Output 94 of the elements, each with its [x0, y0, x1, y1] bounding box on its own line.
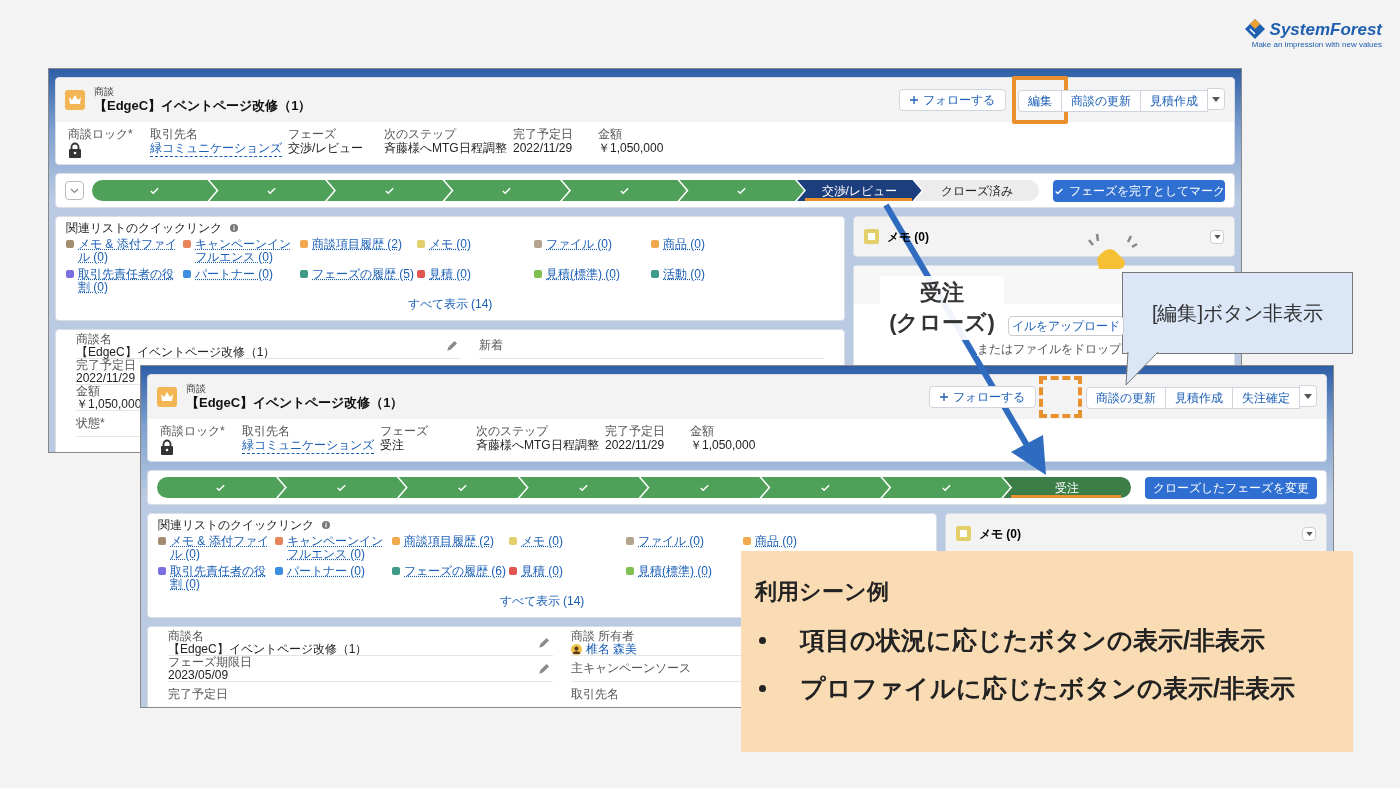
- field-value: 2023/05/09: [168, 668, 229, 682]
- field-label: 主キャンペーンソース: [571, 662, 691, 675]
- field-value: 2022/11/29: [605, 438, 665, 453]
- field-value: 斉藤様へMTG日程調整: [384, 141, 507, 156]
- related-list-link[interactable]: 見積(標準) (0): [546, 268, 650, 281]
- related-list-link[interactable]: 商品 (0): [755, 535, 859, 548]
- related-list-link[interactable]: メモ (0): [429, 238, 533, 251]
- field-label: 完了予定日: [513, 127, 573, 141]
- field-label: 取引先名: [150, 127, 198, 141]
- drop-hint: またはファイルをドロップ: [977, 343, 1121, 356]
- field-value: 受注: [380, 438, 404, 453]
- logo-text: SystemForest: [1269, 20, 1382, 38]
- related-list-link[interactable]: 商談項目履歴 (2): [312, 238, 416, 251]
- field-label: 金額: [598, 127, 622, 141]
- action-button[interactable]: 商談の更新: [1061, 90, 1141, 112]
- upload-button[interactable]: イルをアップロード: [1008, 316, 1124, 336]
- follow-button[interactable]: フォローする: [899, 89, 1006, 111]
- field-value: 【EdgeC】イベントページ改修（1）: [168, 642, 368, 656]
- logo-tagline: Make an impression with new values: [1251, 40, 1382, 50]
- account-link[interactable]: 緑コミュニケーションズ: [242, 438, 374, 454]
- field-label: 取引先名: [242, 424, 290, 438]
- action-button[interactable]: 見積作成: [1165, 387, 1233, 409]
- usage-title: 利用シーン例: [755, 578, 889, 606]
- show-all-link[interactable]: すべて表示 (14): [407, 297, 493, 311]
- related-list-link[interactable]: 商品 (0): [663, 238, 767, 251]
- related-list-link[interactable]: ファイル (0): [638, 535, 742, 548]
- related-list-link[interactable]: キャンペーンインフルエンス (0): [195, 238, 299, 264]
- field-label: 次のステップ: [384, 127, 456, 141]
- record-title: 【EdgeC】イベントページ改修（1）: [186, 395, 404, 412]
- field-label: フェーズ: [288, 127, 336, 141]
- field-label: 商談ロック*: [68, 127, 133, 141]
- path-step[interactable]: クローズ済み: [914, 180, 1039, 201]
- object-type: 商談: [94, 85, 114, 99]
- callout-text: [編集]ボタン非表示: [1151, 301, 1324, 326]
- field-value: 2022/11/29: [76, 371, 136, 385]
- field-label: 商談名: [168, 629, 204, 643]
- action-button[interactable]: 編集: [1018, 90, 1062, 112]
- field-label: 金額: [76, 384, 100, 398]
- field-value: ￥1,050,000: [598, 141, 664, 156]
- field-value: 交渉/レビュー: [288, 141, 364, 156]
- action-button[interactable]: 見積作成: [1140, 90, 1208, 112]
- field-label: 完了予定日: [605, 424, 665, 438]
- field-label: 取引先名: [571, 688, 619, 701]
- phase-button[interactable]: クローズしたフェーズを変更: [1145, 476, 1317, 499]
- action-button[interactable]: 失注確定: [1232, 387, 1300, 409]
- related-list-link[interactable]: メモ & 添付ファイル (0): [170, 535, 274, 561]
- path-step[interactable]: 受注: [1003, 477, 1131, 498]
- field-value: 2022/11/29: [513, 141, 573, 156]
- field-label: 完了予定日: [168, 688, 228, 701]
- related-list-link[interactable]: フェーズの履歴 (6): [404, 565, 508, 578]
- related-list-link[interactable]: 見積(標準) (0): [638, 565, 742, 578]
- related-list-link[interactable]: フェーズの履歴 (5): [312, 268, 416, 281]
- follow-button[interactable]: フォローする: [929, 386, 1036, 408]
- field-label: フェーズ: [380, 424, 428, 438]
- field-value: ￥1,050,000: [76, 397, 142, 411]
- owner-link[interactable]: 椎名 森美: [586, 642, 638, 656]
- related-list-link[interactable]: パートナー (0): [287, 565, 391, 578]
- related-list-link[interactable]: 取引先責任者の役割 (0): [170, 565, 274, 591]
- usage-item: プロファイルに応じたボタンの表示/非表示: [800, 672, 1295, 704]
- account-link[interactable]: 緑コミュニケーションズ: [150, 141, 282, 157]
- related-list-link[interactable]: 商談項目履歴 (2): [404, 535, 508, 548]
- related-list-link[interactable]: ファイル (0): [546, 238, 650, 251]
- arrow-label: (クローズ): [889, 309, 995, 337]
- related-list-link[interactable]: 活動 (0): [663, 268, 767, 281]
- section-title: 関連リストのクイックリンク: [66, 221, 222, 235]
- related-list-link[interactable]: 見積 (0): [521, 565, 625, 578]
- related-list-link[interactable]: メモ (0): [521, 535, 625, 548]
- field-label: 商談ロック*: [160, 424, 225, 438]
- card-title: メモ (0): [979, 525, 1021, 543]
- phase-button[interactable]: フェーズを完了としてマーク: [1053, 179, 1225, 202]
- field-label: 状態*: [76, 417, 105, 430]
- field-label: 完了予定日: [76, 358, 136, 372]
- field-value: 【EdgeC】イベントページ改修（1）: [76, 345, 276, 359]
- action-button[interactable]: 商談の更新: [1086, 387, 1166, 409]
- show-all-link[interactable]: すべて表示 (14): [499, 594, 585, 608]
- related-list-link[interactable]: 見積 (0): [429, 268, 533, 281]
- arrow-label: 受注: [920, 279, 964, 307]
- field-label: フェーズ期限日: [168, 655, 252, 669]
- usage-item: 項目の状況に応じたボタンの表示/非表示: [800, 625, 1265, 656]
- field-label: 新着: [479, 339, 503, 352]
- related-list-link[interactable]: メモ & 添付ファイル (0): [78, 238, 182, 264]
- related-list-link[interactable]: キャンペーンインフルエンス (0): [287, 535, 391, 561]
- object-type: 商談: [186, 382, 206, 396]
- related-list-link[interactable]: 取引先責任者の役割 (0): [78, 268, 182, 294]
- field-label: 商談 所有者: [571, 629, 635, 643]
- field-value: 斉藤様へMTG日程調整: [476, 438, 599, 453]
- path-step[interactable]: 交渉/レビュー: [797, 180, 922, 201]
- field-value: ￥1,050,000: [690, 438, 756, 453]
- section-title: 関連リストのクイックリンク: [158, 518, 314, 532]
- record-title: 【EdgeC】イベントページ改修（1）: [94, 98, 312, 115]
- field-label: 商談名: [76, 332, 112, 346]
- related-list-link[interactable]: パートナー (0): [195, 268, 299, 281]
- field-label: 次のステップ: [476, 424, 548, 438]
- field-label: 金額: [690, 424, 714, 438]
